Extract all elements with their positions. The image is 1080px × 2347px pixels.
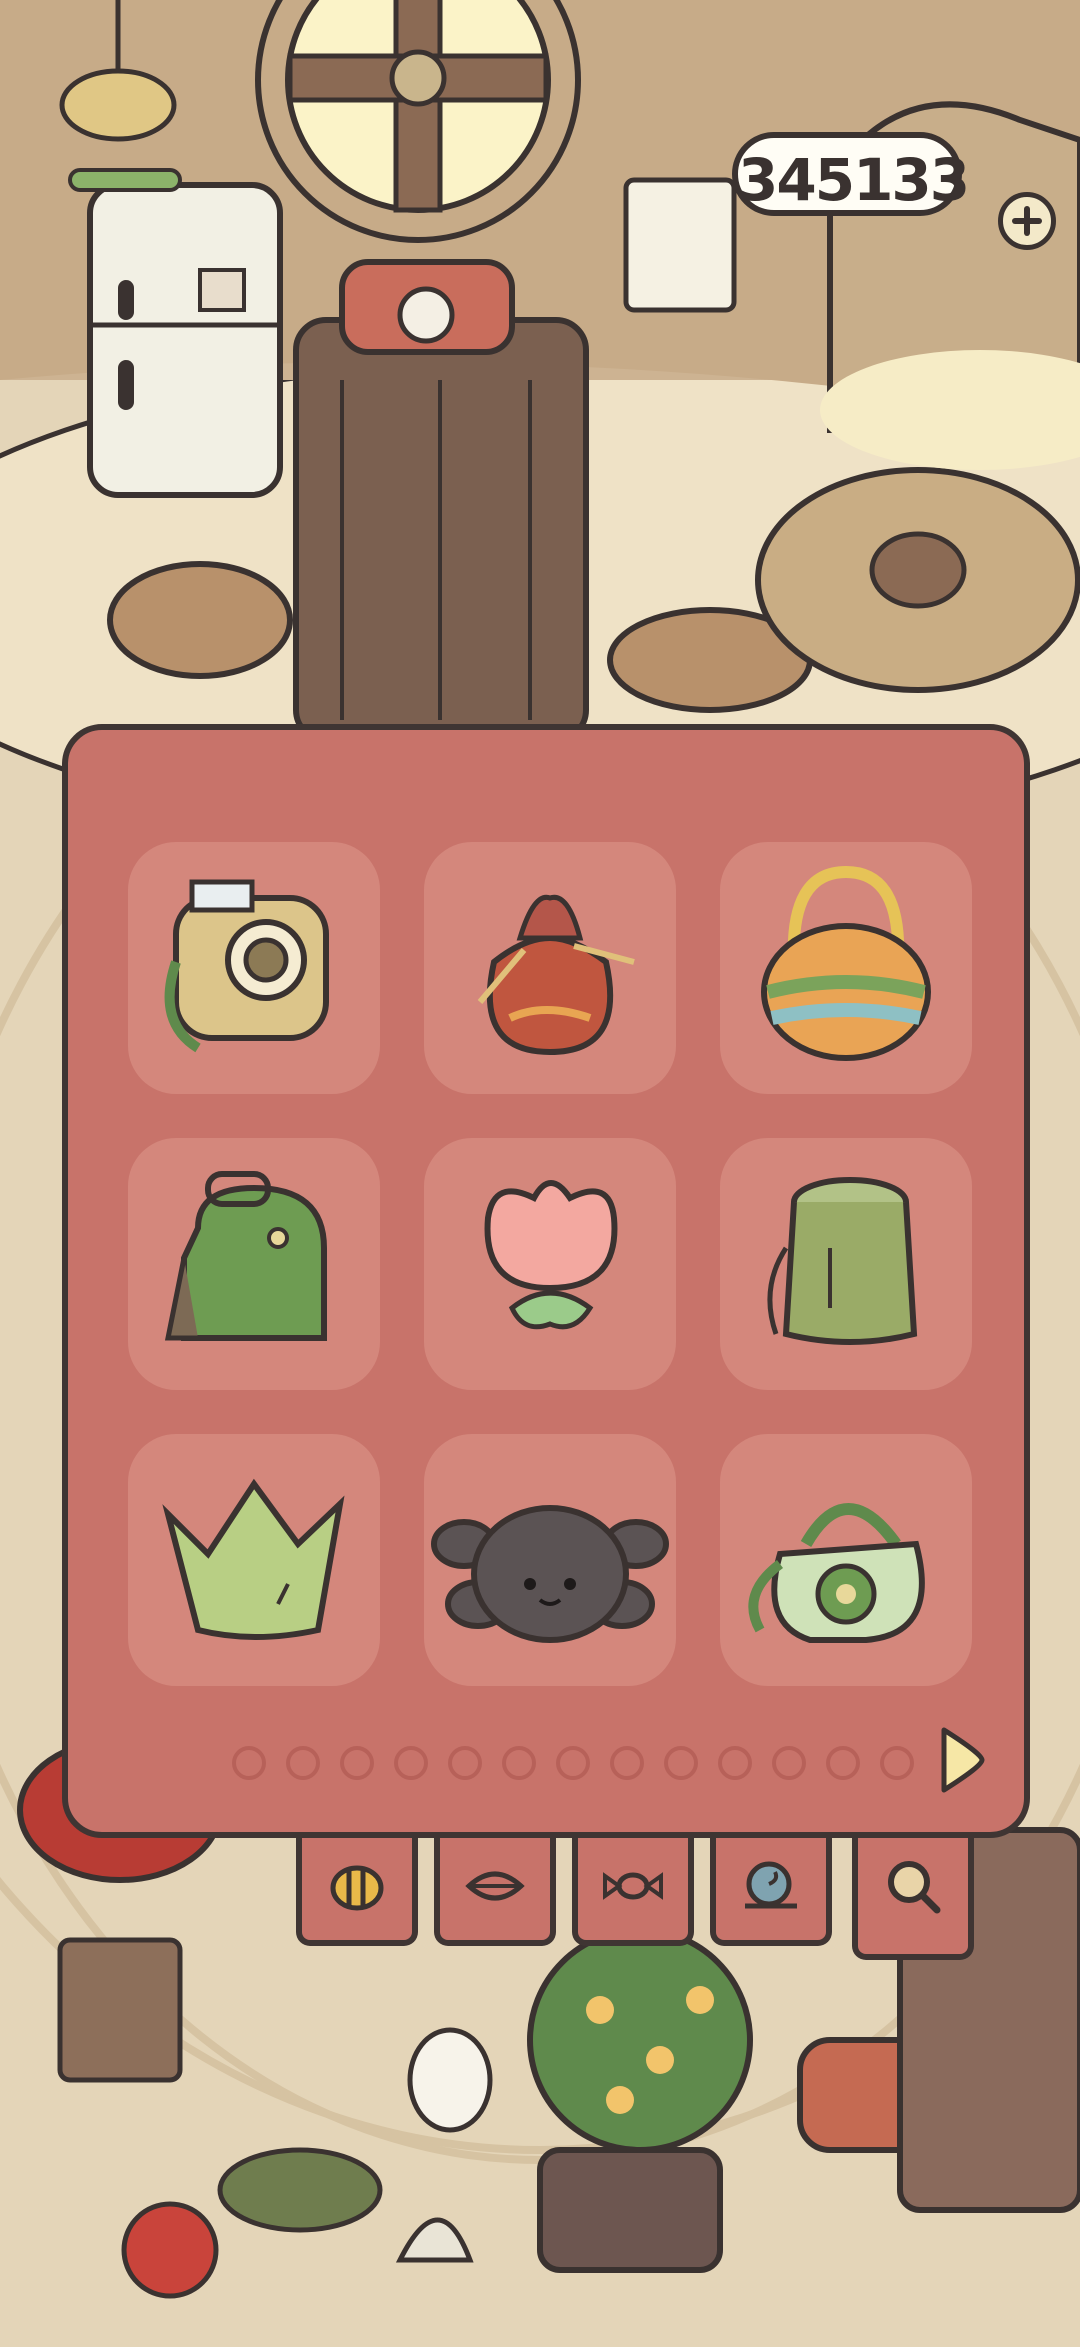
- tulip-icon: [484, 1180, 618, 1330]
- tab-candy[interactable]: [572, 1838, 694, 1946]
- currency-counter: 345133: [732, 132, 970, 216]
- crown-bag-icon: [162, 1478, 345, 1640]
- snail-icon: [745, 1861, 797, 1909]
- magnifier-icon: [888, 1861, 941, 1914]
- item-slot-knit-bag[interactable]: [720, 842, 972, 1094]
- tab-leaf[interactable]: [434, 1838, 556, 1946]
- bamboo-bag-icon: [767, 1177, 918, 1345]
- candy-icon: [603, 1872, 663, 1900]
- page-dot[interactable]: [232, 1746, 266, 1780]
- tall-cabinet: [293, 259, 589, 743]
- page-dot[interactable]: [772, 1746, 806, 1780]
- add-currency-button[interactable]: [998, 192, 1056, 250]
- currency-amount: 345133: [738, 146, 970, 214]
- backpack-icon: [164, 1171, 327, 1341]
- pouch-icon: [477, 894, 635, 1056]
- flower-tote-icon: [748, 1503, 925, 1643]
- page-dot[interactable]: [664, 1746, 698, 1780]
- knit-bag-icon: [761, 865, 931, 1061]
- item-slot-camera[interactable]: [128, 842, 380, 1094]
- item-slot-pouch[interactable]: [424, 842, 676, 1094]
- tab-search[interactable]: [852, 1838, 974, 1960]
- item-slot-spider-bag[interactable]: [424, 1434, 676, 1686]
- tab-bee[interactable]: [296, 1838, 418, 1946]
- page-dot[interactable]: [286, 1746, 320, 1780]
- page-dot[interactable]: [448, 1746, 482, 1780]
- camera-icon: [164, 879, 329, 1053]
- bee-icon: [330, 1865, 384, 1911]
- page-dot[interactable]: [610, 1746, 644, 1780]
- page-dot[interactable]: [880, 1746, 914, 1780]
- triangle-right-icon: [941, 1727, 985, 1793]
- bag-panel: [62, 724, 1030, 1838]
- page-dot[interactable]: [556, 1746, 590, 1780]
- item-slot-flower-tote[interactable]: [720, 1434, 972, 1686]
- page-dot[interactable]: [340, 1746, 374, 1780]
- next-page-button[interactable]: [938, 1724, 986, 1796]
- item-slot-backpack[interactable]: [128, 1138, 380, 1390]
- spider-icon: [431, 1505, 669, 1643]
- plus-icon: [1012, 206, 1042, 236]
- page-dot[interactable]: [502, 1746, 536, 1780]
- item-slot-bamboo-bag[interactable]: [720, 1138, 972, 1390]
- leaf-icon: [465, 1871, 525, 1901]
- item-slot-tulip[interactable]: [424, 1138, 676, 1390]
- page-dot[interactable]: [394, 1746, 428, 1780]
- page-dot[interactable]: [718, 1746, 752, 1780]
- tab-snail[interactable]: [710, 1838, 832, 1946]
- item-slot-crown-bag[interactable]: [128, 1434, 380, 1686]
- page-dot[interactable]: [826, 1746, 860, 1780]
- fridge: [68, 168, 283, 498]
